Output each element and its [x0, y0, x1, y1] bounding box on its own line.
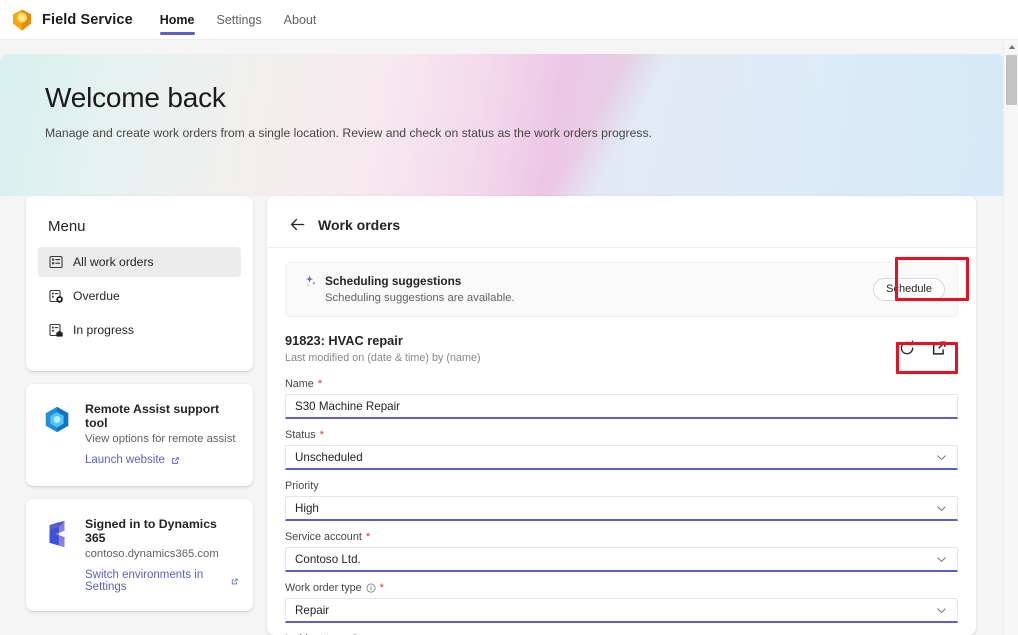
dynamics365-logo-icon — [49, 520, 65, 548]
status-select[interactable]: Unscheduled — [285, 445, 958, 470]
field-value: High — [295, 501, 319, 515]
sidebar-item-all-work-orders[interactable]: All work orders — [38, 247, 241, 277]
field-label-text: Service account — [285, 531, 362, 543]
sidebar-item-label: In progress — [73, 323, 134, 337]
card-title: Signed in to Dynamics 365 — [85, 517, 217, 545]
work-order-header: Work orders — [267, 196, 976, 248]
menu-heading: Menu — [48, 218, 86, 235]
dynamics365-card: Signed in to Dynamics 365 contoso.dynami… — [26, 499, 253, 611]
field-label: Work order type * — [285, 582, 958, 594]
field-label: Name * — [285, 378, 958, 390]
page-scroll-region: Welcome back Manage and create work orde… — [0, 40, 1018, 635]
app-bar: Field Service Home Settings About — [0, 0, 1018, 40]
switch-environments-link[interactable]: Switch environments in Settings — [85, 569, 239, 593]
record-actions — [896, 333, 958, 374]
back-arrow-icon[interactable] — [289, 216, 306, 233]
scheduling-suggestions-banner: Scheduling suggestions Scheduling sugges… — [285, 257, 969, 317]
work-order-form: Name * S30 Machine Repair Status * Unsch… — [285, 378, 958, 635]
field-priority: Priority High — [285, 480, 958, 521]
link-label: Launch website — [85, 454, 165, 466]
work-order-record-header: 91823: HVAC repair Last modified on (dat… — [285, 333, 958, 374]
chevron-down-icon — [937, 607, 946, 613]
work-order-body: Scheduling suggestions Scheduling sugges… — [267, 248, 976, 635]
field-service-hexagon-logo — [13, 9, 31, 31]
suggestion-title: Scheduling suggestions — [325, 274, 462, 288]
card-subtitle: contoso.dynamics365.com — [85, 548, 219, 560]
required-asterisk: * — [317, 377, 323, 390]
required-asterisk: * — [365, 530, 371, 543]
page-subtitle: Manage and create work orders from a sin… — [45, 126, 652, 140]
field-label-text: Name — [285, 378, 314, 390]
sidebar-item-overdue[interactable]: Overdue — [38, 281, 241, 311]
sidebar-item-label: All work orders — [73, 255, 154, 269]
card-title: Remote Assist support tool — [85, 402, 220, 430]
work-order-header-title: Work orders — [318, 216, 401, 233]
refresh-icon[interactable] — [898, 339, 916, 357]
field-label-text: Priority — [285, 480, 319, 492]
field-work-order-type: Work order type * Repair — [285, 582, 958, 623]
main-nav: Home Settings About — [151, 0, 326, 40]
work-order-panel: Work orders Scheduling suggestions Sched… — [267, 196, 976, 635]
work-order-panel-wrap: Work orders Scheduling suggestions Sched… — [267, 196, 976, 635]
remote-assist-card: Remote Assist support tool View options … — [26, 384, 253, 486]
work-order-type-select[interactable]: Repair — [285, 598, 958, 623]
suggestion-subtitle: Scheduling suggestions are available. — [325, 292, 515, 304]
content-area: Menu All work orders Overdue In progress… — [0, 196, 1004, 635]
nav-item-about[interactable]: About — [275, 0, 326, 40]
field-label: Priority — [285, 480, 958, 492]
open-in-new-icon — [172, 456, 179, 464]
work-order-overdue-icon — [49, 289, 63, 303]
field-value: Unscheduled — [295, 450, 363, 464]
nav-item-settings[interactable]: Settings — [208, 0, 271, 40]
field-name: Name * S30 Machine Repair — [285, 378, 958, 419]
hero-banner: Welcome back Manage and create work orde… — [0, 54, 1004, 196]
open-in-new-window-icon[interactable] — [930, 339, 948, 357]
field-value: S30 Machine Repair — [295, 399, 401, 413]
remote-assist-hexagon-icon — [45, 406, 69, 433]
field-label: Service account * — [285, 531, 958, 543]
field-label-text: Status — [285, 429, 316, 441]
chevron-down-icon — [937, 556, 946, 562]
open-in-new-icon — [231, 578, 238, 584]
required-asterisk: * — [319, 428, 324, 441]
field-label: Status * — [285, 429, 958, 441]
sidebar-item-label: Overdue — [73, 289, 120, 303]
work-order-list-icon — [49, 255, 63, 269]
scroll-up-arrow-icon[interactable] — [1004, 40, 1018, 54]
brand-name: Field Service — [42, 11, 133, 28]
field-value: Contoso Ltd. — [295, 552, 361, 566]
service-account-select[interactable]: Contoso Ltd. — [285, 547, 958, 572]
launch-website-link[interactable]: Launch website — [85, 454, 181, 466]
schedule-button[interactable]: Schedule — [873, 277, 945, 301]
chevron-down-icon — [937, 505, 946, 511]
priority-select[interactable]: High — [285, 496, 958, 521]
field-service-account: Service account * Contoso Ltd. — [285, 531, 958, 572]
sidebar-item-in-progress[interactable]: In progress — [38, 315, 241, 345]
nav-item-home[interactable]: Home — [151, 0, 204, 40]
info-icon[interactable] — [366, 583, 376, 593]
work-order-record-title: 91823: HVAC repair — [285, 333, 403, 348]
card-subtitle: View options for remote assist — [85, 433, 236, 445]
sparkle-ai-icon — [306, 275, 316, 287]
page-title: Welcome back — [45, 82, 226, 113]
field-status: Status * Unscheduled — [285, 429, 958, 470]
link-label: Switch environments in Settings — [85, 569, 204, 593]
work-order-in-progress-icon — [49, 323, 63, 337]
name-input[interactable]: S30 Machine Repair — [285, 394, 958, 419]
menu-card: Menu All work orders Overdue In progress — [26, 196, 253, 371]
vertical-scrollbar[interactable] — [1003, 40, 1018, 635]
work-order-record-meta: Last modified on (date & time) by (name) — [285, 352, 481, 364]
scrollbar-thumb[interactable] — [1005, 55, 1017, 105]
field-label-text: Work order type — [285, 582, 362, 594]
chevron-down-icon — [937, 454, 946, 460]
sidebar: Menu All work orders Overdue In progress… — [26, 196, 253, 635]
required-asterisk: * — [379, 581, 384, 594]
field-value: Repair — [295, 603, 330, 617]
